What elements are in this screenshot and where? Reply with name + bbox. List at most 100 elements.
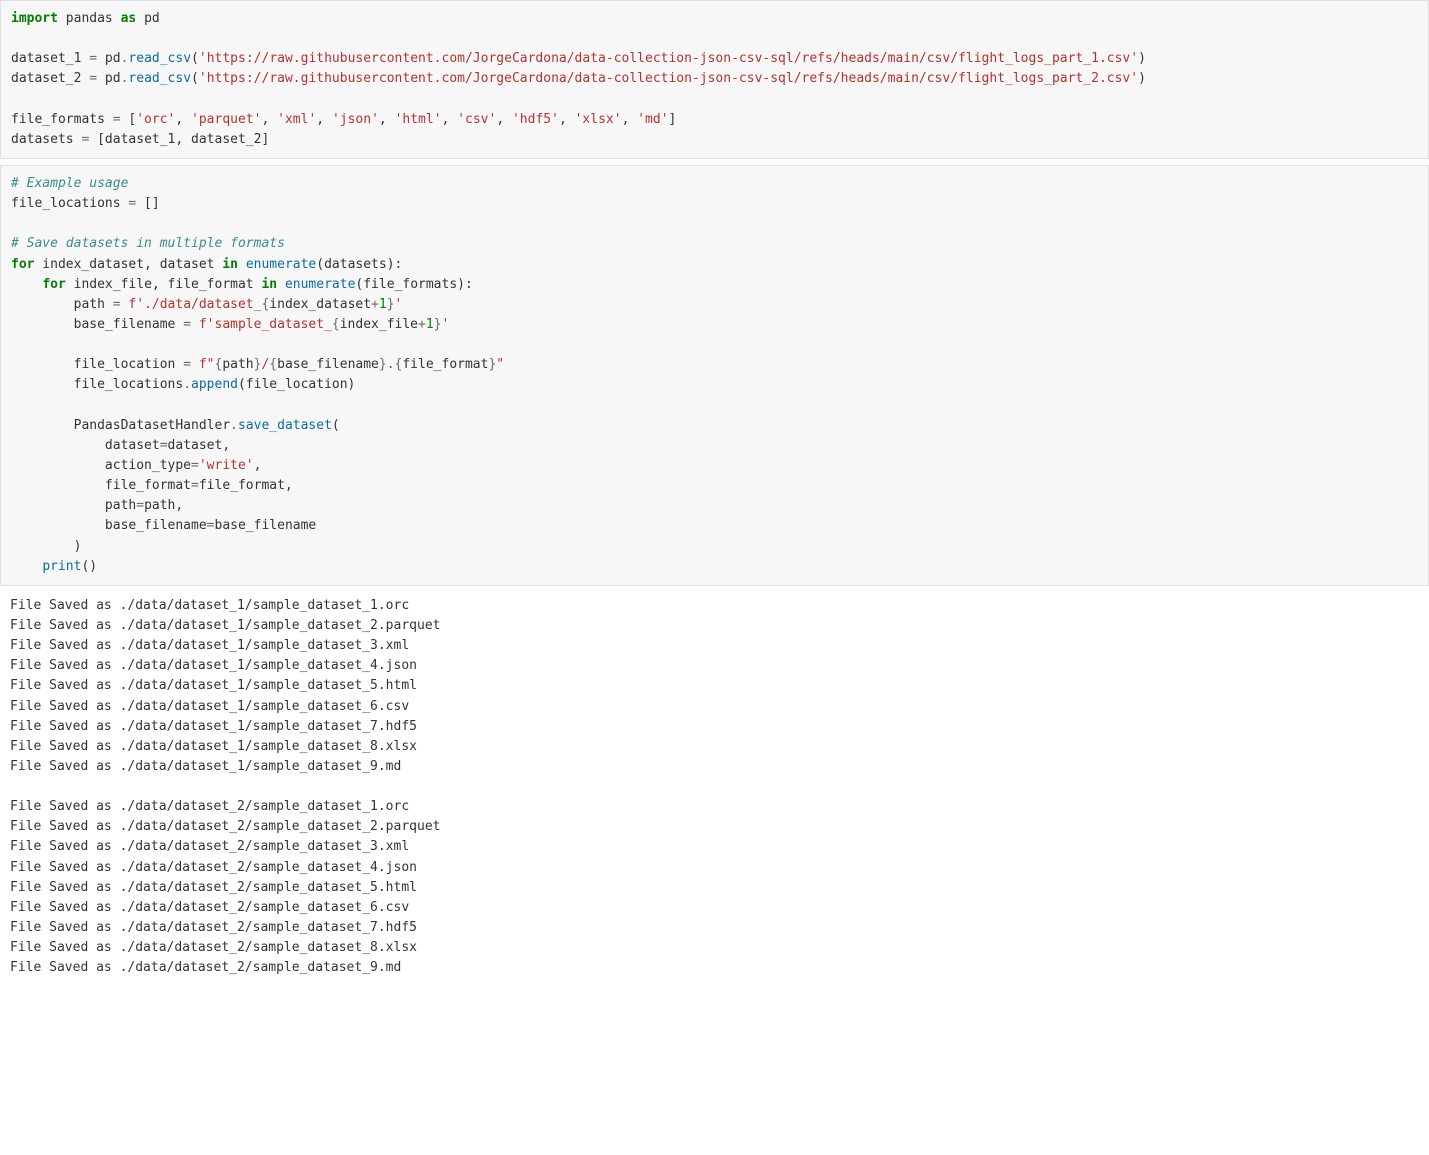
fmt-xlsx: 'xlsx': [575, 112, 622, 127]
op-plus: +: [371, 297, 379, 312]
space: [238, 257, 246, 272]
op-eq: =: [89, 71, 97, 86]
arg-base-filename: base_filename: [11, 518, 207, 533]
fmt-orc: 'orc': [136, 112, 175, 127]
val-file-format: file_format,: [199, 478, 293, 493]
comma: ,: [496, 112, 512, 127]
cell-output: File Saved as ./data/dataset_1/sample_da…: [0, 592, 1429, 1003]
var-file-location: file_location: [11, 357, 183, 372]
arg-path: path: [11, 498, 136, 513]
num-1: 1: [426, 317, 434, 332]
fmt-json: 'json': [332, 112, 379, 127]
fn-save-dataset: save_dataset: [238, 418, 332, 433]
code-cell-2[interactable]: # Example usage file_locations = [] # Sa…: [0, 165, 1429, 586]
paren-open: (: [332, 418, 340, 433]
op-eq: =: [136, 498, 144, 513]
kw-as: as: [121, 11, 137, 26]
dot: .: [230, 418, 238, 433]
comma: ,: [261, 112, 277, 127]
arg-action-type: action_type: [11, 458, 191, 473]
brace-close: }: [379, 357, 387, 372]
var-dataset1: dataset_1: [11, 51, 89, 66]
paren-open: (: [191, 51, 199, 66]
op-eq: =: [89, 51, 97, 66]
comment-example: # Example usage: [11, 176, 128, 191]
url-1: 'https://raw.githubusercontent.com/Jorge…: [199, 51, 1138, 66]
ref-pd: pd: [97, 51, 120, 66]
op-plus: +: [418, 317, 426, 332]
comma: ,: [442, 112, 458, 127]
fmt-hdf5: 'hdf5': [512, 112, 559, 127]
for-vars-2: index_file, file_format: [66, 277, 262, 292]
space: [277, 277, 285, 292]
op-eq: =: [191, 458, 199, 473]
fn-enumerate: enumerate: [246, 257, 316, 272]
fstr-base-2: ': [442, 317, 450, 332]
op-eq: =: [183, 357, 191, 372]
enum-arg-2: (file_formats):: [355, 277, 472, 292]
expr-path: path: [222, 357, 253, 372]
datasets-list: [dataset_1, dataset_2]: [89, 132, 269, 147]
file-locations-ref: file_locations: [11, 377, 183, 392]
fmt-html: 'html': [395, 112, 442, 127]
for-vars: index_dataset, dataset: [34, 257, 222, 272]
fmt-parquet: 'parquet': [191, 112, 261, 127]
mod-pandas: pandas: [66, 11, 113, 26]
val-base-filename: base_filename: [215, 518, 317, 533]
space: [191, 357, 199, 372]
kw-in: in: [222, 257, 238, 272]
fmt-csv: 'csv': [457, 112, 496, 127]
comma: ,: [316, 112, 332, 127]
fn-enumerate: enumerate: [285, 277, 355, 292]
append-arg: (file_location): [238, 377, 355, 392]
fstr-base-1: f'sample_dataset_: [199, 317, 332, 332]
bracket-close: ]: [669, 112, 677, 127]
arg-dataset: dataset: [11, 438, 160, 453]
brace-close: }: [434, 317, 442, 332]
fstr-close: ": [496, 357, 504, 372]
val-dataset: dataset,: [168, 438, 231, 453]
paren-close: ): [1138, 51, 1146, 66]
op-eq: =: [113, 112, 121, 127]
fn-append: append: [191, 377, 238, 392]
fstr-path-1: f'./data/dataset_: [128, 297, 261, 312]
var-base-filename: base_filename: [11, 317, 183, 332]
val-write: 'write': [199, 458, 254, 473]
code-cell-1[interactable]: import pandas as pd dataset_1 = pd.read_…: [0, 0, 1429, 159]
expr-base: base_filename: [277, 357, 379, 372]
var-file-formats: file_formats: [11, 112, 113, 127]
alias-pd: pd: [144, 11, 160, 26]
kw-for: for: [11, 257, 34, 272]
empty-list: []: [136, 196, 159, 211]
paren-open: (: [191, 71, 199, 86]
brace-open: {: [269, 357, 277, 372]
space: [191, 317, 199, 332]
ref-pd: pd: [97, 71, 120, 86]
var-path: path: [11, 297, 113, 312]
handler-ref: PandasDatasetHandler: [11, 418, 230, 433]
expr-idx-file: index_file: [340, 317, 418, 332]
paren-close: ): [1138, 71, 1146, 86]
var-datasets: datasets: [11, 132, 81, 147]
indent: [11, 277, 42, 292]
op-eq: =: [183, 317, 191, 332]
arg-file-format: file_format: [11, 478, 191, 493]
paren-close: ): [11, 539, 81, 554]
fn-read-csv: read_csv: [128, 71, 191, 86]
comma: ,: [254, 458, 262, 473]
var-file-locations: file_locations: [11, 196, 128, 211]
print-parens: (): [81, 559, 97, 574]
kw-in: in: [261, 277, 277, 292]
expr-idx: index_dataset: [269, 297, 371, 312]
kw-for: for: [42, 277, 65, 292]
fmt-md: 'md': [637, 112, 668, 127]
num-1: 1: [379, 297, 387, 312]
val-path: path,: [144, 498, 183, 513]
op-eq: =: [160, 438, 168, 453]
kw-import: import: [11, 11, 58, 26]
url-2: 'https://raw.githubusercontent.com/Jorge…: [199, 71, 1138, 86]
fn-read-csv: read_csv: [128, 51, 191, 66]
fstr-path-2: ': [395, 297, 403, 312]
dot: .: [183, 377, 191, 392]
op-eq: =: [113, 297, 121, 312]
